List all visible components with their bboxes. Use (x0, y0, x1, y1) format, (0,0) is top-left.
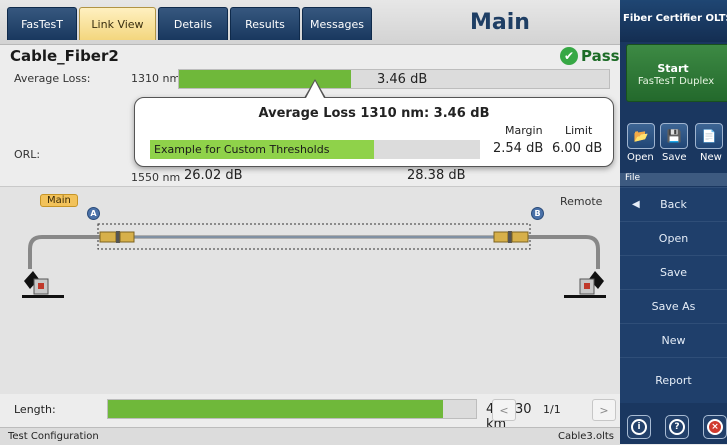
new-document-icon: 📄 (701, 129, 717, 143)
save-icon: 💾 (666, 129, 682, 143)
status-bar: Test Configuration Cable3.olts (0, 427, 620, 445)
length-row: Length: 4.4630 km < 1/1 > (0, 394, 620, 432)
start-test-button[interactable]: Start FasTesT Duplex (626, 44, 727, 102)
status-left-text: Test Configuration (8, 431, 99, 442)
tab-details[interactable]: Details (158, 7, 228, 40)
connector-left-2 (119, 231, 135, 243)
menu-report[interactable]: Report (620, 357, 727, 403)
menu-save-as[interactable]: Save As (620, 289, 727, 323)
next-page-button[interactable]: > (592, 399, 616, 421)
threshold-name: Example for Custom Thresholds (154, 143, 330, 156)
launch-cable-right (528, 235, 600, 269)
pass-status: ✔ Pass (560, 47, 620, 65)
length-bar[interactable]: 4.4630 km (107, 399, 532, 432)
menu-back[interactable]: ◀ Back (620, 187, 727, 221)
popup-limit-header: Limit (565, 124, 593, 137)
page-indicator: 1/1 (543, 403, 561, 416)
chevron-right-icon: > (599, 403, 609, 417)
tab-fastest[interactable]: FasTesT (7, 7, 77, 40)
file-section-label: File (620, 173, 727, 186)
close-icon: × (707, 419, 723, 435)
start-mode-label: FasTesT Duplex (637, 76, 715, 87)
start-label: Start (657, 62, 689, 75)
panel-title: Fiber Certifier OLTS (620, 0, 727, 42)
quick-open-button[interactable]: 📂 (627, 123, 655, 149)
quick-new-button[interactable]: 📄 (695, 123, 723, 149)
wavelength-1550: 1550 nm (131, 171, 181, 184)
threshold-bar: Example for Custom Thresholds (150, 140, 480, 159)
orl-value-b: 28.38 dB (407, 168, 466, 183)
popup-limit-value: 6.00 dB (552, 141, 603, 156)
cable-name: Cable_Fiber2 (10, 47, 119, 65)
adapter-right (508, 231, 512, 243)
tab-messages[interactable]: Messages (302, 7, 372, 40)
average-loss-label: Average Loss: (14, 72, 91, 85)
tab-results[interactable]: Results (230, 7, 300, 40)
main-instrument-icon (22, 271, 64, 298)
length-bar-fill (108, 400, 443, 418)
quick-open-label: Open (627, 152, 654, 163)
average-loss-popup[interactable]: Average Loss 1310 nm: 3.46 dB Margin Lim… (134, 97, 614, 167)
check-icon: ✔ (560, 47, 578, 65)
info-button[interactable]: i (627, 415, 651, 439)
remote-instrument-icon (564, 271, 606, 298)
menu-open[interactable]: Open (620, 221, 727, 255)
right-panel: Fiber Certifier OLTS Start FasTesT Duple… (620, 0, 727, 444)
menu-save[interactable]: Save (620, 255, 727, 289)
main-area: FasTesT Link View Details Results Messag… (0, 0, 620, 445)
connector-right-1 (493, 231, 509, 243)
orl-value-a: 26.02 dB (184, 168, 243, 183)
popup-margin-header: Margin (505, 124, 543, 137)
connector-right-2 (511, 231, 529, 243)
popup-margin-value: 2.54 dB (493, 141, 544, 156)
average-loss-bar[interactable]: 3.46 dB (178, 69, 610, 89)
menu-back-label: Back (660, 198, 687, 211)
prev-page-button[interactable]: < (492, 399, 516, 421)
link-diagram-drawing (22, 223, 606, 298)
folder-open-icon: 📂 (633, 129, 649, 143)
menu-new[interactable]: New (620, 323, 727, 357)
adapter-left (116, 231, 120, 243)
link-diagram: Main Remote A B (0, 186, 620, 395)
quick-save-label: Save (662, 152, 687, 163)
chevron-left-icon: < (499, 403, 509, 417)
back-arrow-icon: ◀ (632, 199, 640, 210)
close-button[interactable]: × (703, 415, 727, 439)
quick-new-label: New (700, 152, 722, 163)
quick-save-button[interactable]: 💾 (660, 123, 688, 149)
help-button[interactable]: ? (665, 415, 689, 439)
info-icon: i (631, 419, 647, 435)
orl-label: ORL: (14, 148, 41, 161)
status-file-name: Cable3.olts (558, 431, 614, 442)
average-loss-value: 3.46 dB (377, 72, 428, 87)
popup-pointer-inner (306, 81, 324, 98)
connector-left-1 (99, 231, 117, 243)
popup-title: Average Loss 1310 nm: 3.46 dB (258, 106, 490, 121)
tab-link-view[interactable]: Link View (79, 7, 156, 40)
pass-label: Pass (581, 47, 620, 65)
length-label: Length: (14, 403, 56, 416)
launch-cable-left (28, 235, 100, 269)
page-title: Main (470, 10, 530, 35)
help-icon: ? (669, 419, 685, 435)
wavelength-1310: 1310 nm (131, 72, 181, 85)
tab-bar: FasTesT Link View Details Results Messag… (0, 0, 620, 45)
